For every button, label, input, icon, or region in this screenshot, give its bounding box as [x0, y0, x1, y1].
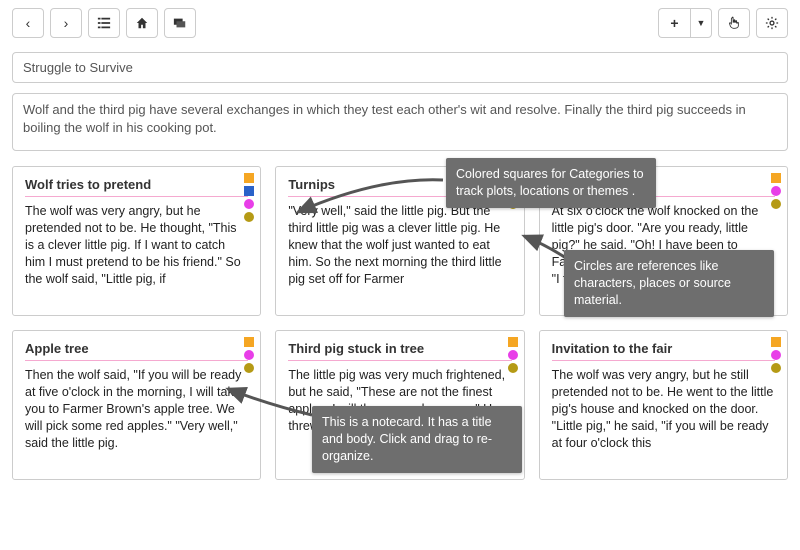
- category-square[interactable]: [508, 337, 518, 347]
- card-title: Apple tree: [25, 341, 248, 356]
- card-rule: [288, 360, 511, 361]
- card-markers: [771, 337, 781, 373]
- left-button-group: ‹ ›: [12, 8, 196, 38]
- notecard[interactable]: Wolf tries to pretend The wolf was very a…: [12, 166, 261, 316]
- hand-pointer-icon: [727, 16, 741, 30]
- right-button-group: + ▼: [658, 8, 788, 38]
- add-dropdown-toggle[interactable]: ▼: [690, 8, 712, 38]
- card-rule: [552, 360, 775, 361]
- top-toolbar: ‹ › + ▼: [0, 0, 800, 46]
- card-markers: [244, 337, 254, 373]
- card-rule: [25, 196, 248, 197]
- tooltip-references: Circles are references like characters, …: [564, 250, 774, 317]
- chevron-left-icon: ‹: [26, 15, 31, 31]
- list-view-button[interactable]: [88, 8, 120, 38]
- settings-button[interactable]: [756, 8, 788, 38]
- tooltip-categories: Colored squares for Categories to track …: [446, 158, 656, 208]
- category-square[interactable]: [244, 186, 254, 196]
- touch-mode-button[interactable]: [718, 8, 750, 38]
- back-button[interactable]: ‹: [12, 8, 44, 38]
- card-body: Then the wolf said, "If you will be read…: [25, 367, 248, 451]
- reference-circle[interactable]: [244, 363, 254, 373]
- reference-circle[interactable]: [771, 186, 781, 196]
- card-title: Third pig stuck in tree: [288, 341, 511, 356]
- reference-circle[interactable]: [244, 212, 254, 222]
- reference-circle[interactable]: [771, 199, 781, 209]
- card-rule: [25, 360, 248, 361]
- category-square[interactable]: [244, 173, 254, 183]
- forward-button[interactable]: ›: [50, 8, 82, 38]
- title-input[interactable]: [12, 52, 788, 83]
- tooltip-notecard: This is a notecard. It has a title and b…: [312, 406, 522, 473]
- reference-circle[interactable]: [244, 350, 254, 360]
- card-body: The wolf was very angry, but he pretende…: [25, 203, 248, 287]
- category-square[interactable]: [771, 173, 781, 183]
- body-textarea[interactable]: Wolf and the third pig have several exch…: [12, 93, 788, 151]
- title-input-wrap: [12, 52, 788, 83]
- reference-circle[interactable]: [508, 363, 518, 373]
- body-textarea-wrap: Wolf and the third pig have several exch…: [12, 93, 788, 154]
- card-title: Invitation to the fair: [552, 341, 775, 356]
- card-markers: [771, 173, 781, 209]
- category-square[interactable]: [244, 337, 254, 347]
- reference-circle[interactable]: [771, 350, 781, 360]
- home-icon: [135, 16, 149, 30]
- add-button[interactable]: +: [658, 8, 690, 38]
- reference-circle[interactable]: [244, 199, 254, 209]
- home-button[interactable]: [126, 8, 158, 38]
- card-title: Wolf tries to pretend: [25, 177, 248, 192]
- card-body: "Very well," said the little pig. But th…: [288, 203, 511, 287]
- chevron-right-icon: ›: [64, 15, 69, 31]
- card-markers: [508, 337, 518, 373]
- gear-icon: [765, 16, 779, 30]
- folders-button[interactable]: [164, 8, 196, 38]
- notecard[interactable]: Invitation to the fair The wolf was very …: [539, 330, 788, 480]
- caret-down-icon: ▼: [697, 18, 706, 28]
- category-square[interactable]: [771, 337, 781, 347]
- notecard[interactable]: Apple tree Then the wolf said, "If you wi…: [12, 330, 261, 480]
- card-body: The wolf was very angry, but he still pr…: [552, 367, 775, 451]
- reference-circle[interactable]: [771, 363, 781, 373]
- folders-icon: [173, 16, 187, 30]
- plus-icon: +: [670, 15, 678, 31]
- reference-circle[interactable]: [508, 350, 518, 360]
- list-icon: [97, 16, 111, 30]
- card-markers: [244, 173, 254, 222]
